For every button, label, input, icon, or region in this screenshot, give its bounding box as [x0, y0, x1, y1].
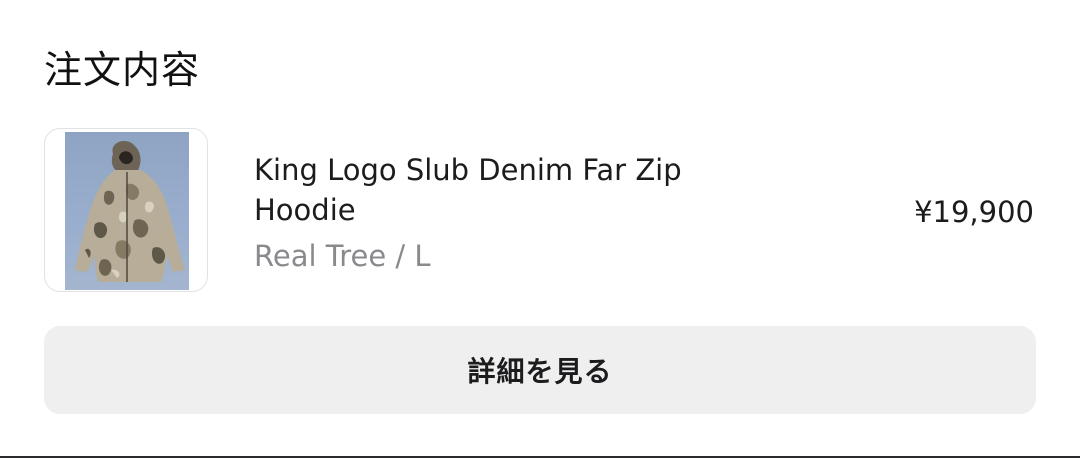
product-variant: Real Tree / L — [254, 239, 431, 273]
product-thumbnail[interactable] — [44, 128, 208, 292]
product-price: ¥19,900 — [914, 195, 1034, 229]
order-item-row[interactable]: King Logo Slub Denim Far Zip Hoodie Real… — [44, 128, 1036, 294]
view-details-button[interactable]: 詳細を見る — [44, 326, 1036, 414]
product-name[interactable]: King Logo Slub Denim Far Zip Hoodie — [254, 150, 774, 230]
order-contents-title: 注文内容 — [44, 48, 201, 92]
camo-hoodie-image — [65, 132, 189, 290]
product-info: King Logo Slub Denim Far Zip Hoodie Real… — [254, 150, 774, 276]
